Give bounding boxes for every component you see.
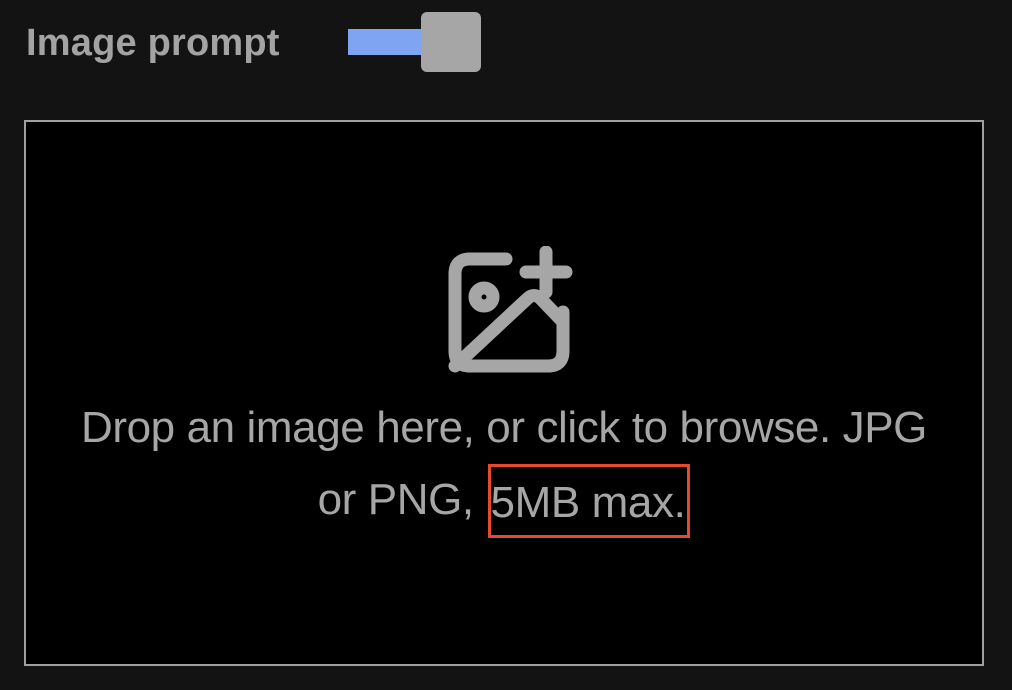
dropzone-text-line-1: Drop an image here, or click to browse. … xyxy=(80,403,928,452)
image-prompt-toggle[interactable] xyxy=(348,12,482,72)
size-limit-highlight: 5MB max. xyxy=(487,464,691,538)
dropzone-text-format: or PNG, xyxy=(317,475,486,524)
dropzone-text-line-2: or PNG, 5MB max. xyxy=(56,464,952,538)
image-plus-icon xyxy=(448,246,573,373)
dropzone-instructions: Drop an image here, or click to browse. … xyxy=(56,392,952,538)
image-prompt-title: Image prompt xyxy=(26,22,280,64)
toggle-thumb[interactable] xyxy=(421,12,481,72)
image-prompt-header: Image prompt xyxy=(0,0,1012,90)
toggle-track xyxy=(348,29,428,55)
image-dropzone[interactable]: Drop an image here, or click to browse. … xyxy=(24,120,984,666)
